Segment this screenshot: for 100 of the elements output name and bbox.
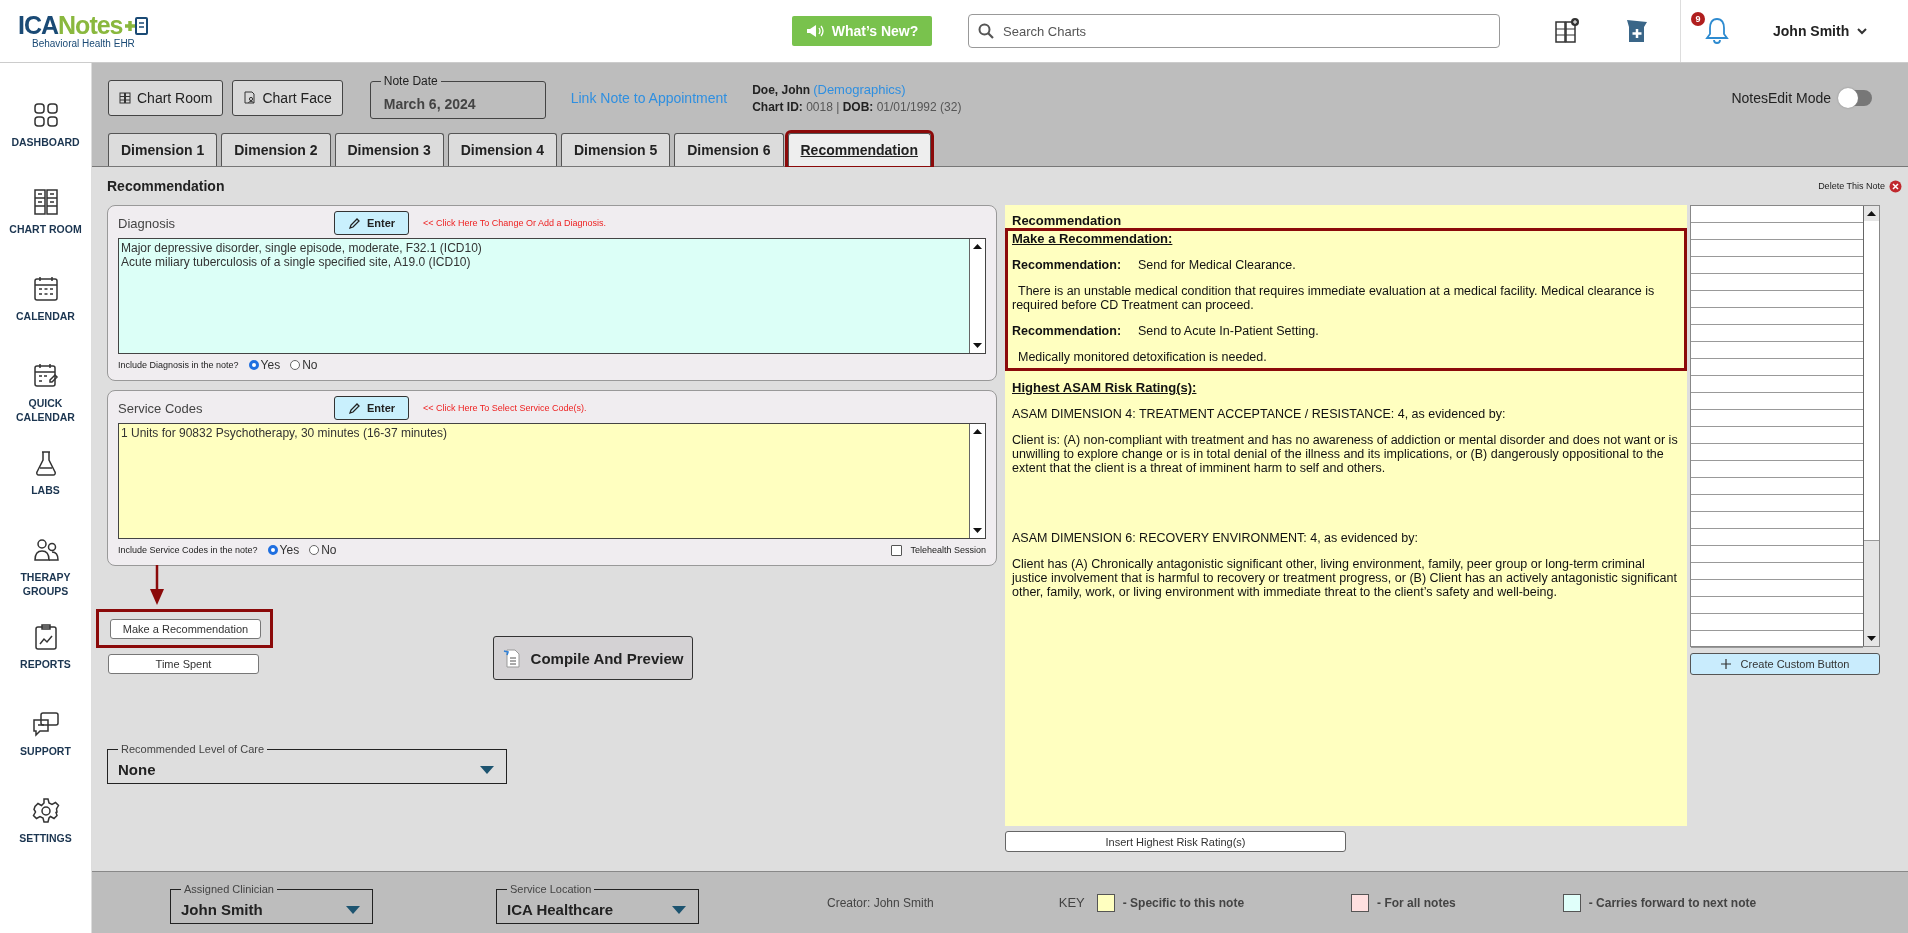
cabinet-icon: [31, 188, 60, 216]
note-text: ASAM DIMENSION 6: RECOVERY ENVIRONMENT: 4, as evidenced by:: [1012, 531, 1419, 545]
text-area[interactable]: 1 Units for 90832 Psychotherapy, 30 minutes (16-37 minutes): [118, 423, 986, 539]
toggle-switch[interactable]: [1840, 89, 1872, 106]
create-custom-button[interactable]: Create Custom Button: [1690, 653, 1880, 675]
medical-bag-icon[interactable]: [1624, 18, 1650, 44]
creator-text: Creator: John Smith: [827, 895, 934, 910]
enter-button[interactable]: Enter: [334, 211, 409, 235]
logo[interactable]: ICANotes Behavioral Health EHR: [0, 13, 188, 49]
tab[interactable]: Dimension 4: [447, 133, 557, 166]
sidebar-item[interactable]: CHART ROOM: [0, 188, 91, 275]
text-line: 1 Units for 90832 Psychotherapy, 30 minutes (16-37 minutes): [121, 426, 448, 440]
scrollbar[interactable]: [969, 239, 985, 353]
calendar-edit-icon: [31, 362, 60, 390]
radio-button[interactable]: Yes: [248, 358, 281, 372]
hint-text: << Click Here To Select Service Code(s).: [423, 403, 587, 413]
hint-text: << Click Here To Change Or Add a Diagnosis.: [423, 218, 606, 228]
sidebar-item[interactable]: SUPPORT: [0, 710, 91, 797]
recommendation-label: Recommendation:: [1012, 324, 1122, 338]
include-label: Include Diagnosis in the note?: [118, 360, 239, 370]
radio-button[interactable]: No: [309, 543, 337, 557]
user-menu[interactable]: John Smith: [1767, 22, 1874, 40]
note-heading: Make a Recommendation:: [1012, 231, 1174, 246]
note-text: ASAM DIMENSION 4: TREATMENT ACCEPTANCE / RESISTANCE: 4, as evidenced by:: [1012, 407, 1507, 421]
field-label: Service Location: [507, 882, 595, 896]
sidebar-item[interactable]: THERAPY GROUPS: [0, 536, 91, 623]
note-text: Client is: (A) non-compliant with treatment and has no awareness of addiction or mental disorder and does not want or is unwilling to explore change or is in total denial of the illness and its implications, or (B) dangerously oppositional to the extent that the client is a threat of imminent harm to self and others.: [1012, 433, 1679, 475]
text-line: Major depressive disorder, single episode, moderate, F32.1 (ICD10): [121, 241, 483, 255]
legend-label: - Specific to this note: [1122, 895, 1245, 910]
panel-title: Diagnosis: [118, 215, 177, 231]
tab[interactable]: Dimension 2: [221, 133, 331, 166]
tab[interactable]: Recommendation: [787, 133, 931, 166]
legend-label: - For all notes: [1377, 895, 1456, 910]
dashboard-icon: [31, 101, 60, 129]
plus-document-icon: [122, 14, 149, 37]
notification-badge: 9: [1691, 12, 1705, 26]
text-area[interactable]: Major depressive disorder, single episode, moderate, F32.1 (ICD10) Acute miliary tuberculosis of a single specified site, A19.0 (ICD10): [118, 238, 986, 354]
pencil-icon: [347, 401, 361, 415]
recommendation-label: Recommendation:: [1012, 258, 1122, 272]
tab[interactable]: Dimension 6: [674, 133, 784, 166]
enter-button[interactable]: Enter: [334, 396, 409, 420]
time-spent-button[interactable]: Time Spent: [108, 654, 259, 674]
recommendation-value: Send to Acute In-Patient Setting.: [1138, 324, 1319, 338]
panel-title: Service Codes: [118, 400, 204, 416]
cabinet-icon: [119, 91, 131, 104]
scrollbar[interactable]: [1863, 206, 1879, 646]
text-line: Acute miliary tuberculosis of a single specified site, A19.0 (ICD10): [121, 255, 472, 269]
plus-icon: [1720, 659, 1731, 669]
radio-button[interactable]: Yes: [267, 543, 300, 557]
section-title: Recommendation: [107, 178, 225, 194]
checkbox-label: Telehealth Session: [910, 545, 986, 555]
note-text: Client has (A) Chronically antagonistic significant other, living environment, family, peer group or long-term criminal justice involvement that is harmful to recovery or treatment progress, or (B) Client has an actively antagonistic significant other, family, work, or living environment with immediate threat to the client’s safety and well-being.: [1012, 557, 1678, 599]
sidebar-item[interactable]: SETTINGS: [0, 797, 91, 884]
patient-name: Doe, John: [752, 82, 811, 97]
compile-and-preview-button[interactable]: Compile And Preview: [493, 636, 693, 680]
tab[interactable]: Dimension 3: [334, 133, 444, 166]
logo-tagline: Behavioral Health EHR: [32, 38, 136, 49]
insert-risk-rating-button[interactable]: Insert Highest Risk Rating(s): [1005, 831, 1346, 852]
cabinet-plus-icon[interactable]: [1554, 17, 1580, 45]
id-card-icon: [243, 91, 257, 105]
people-icon: [31, 536, 60, 564]
sidebar-item[interactable]: LABS: [0, 449, 91, 536]
caret-icon: [480, 765, 494, 774]
checkbox[interactable]: [891, 544, 903, 556]
field-label: Assigned Clinician: [181, 882, 277, 896]
sidebar-item[interactable]: DASHBOARD: [0, 101, 91, 188]
delete-note-button[interactable]: Delete This Note: [1818, 179, 1902, 193]
settings-icon: [31, 797, 60, 825]
chevron-down-icon: [1857, 27, 1868, 35]
calendar-icon: [31, 275, 60, 303]
tab[interactable]: Dimension 5: [561, 133, 671, 166]
chart-room-button[interactable]: Chart Room: [108, 79, 224, 116]
chart-face-button[interactable]: Chart Face: [232, 79, 343, 116]
document-icon: [502, 648, 521, 668]
close-icon: [1889, 179, 1902, 193]
legend-label: - Carries forward to next note: [1588, 895, 1757, 910]
pencil-icon: [347, 216, 361, 230]
make-recommendation-button[interactable]: Make a Recommendation: [110, 619, 261, 639]
patient-details: Chart ID: 0018 | DOB: 01/01/1992 (32): [752, 99, 962, 114]
chat-icon: [31, 710, 60, 738]
recommendation-value: Send for Medical Clearance.: [1138, 258, 1296, 272]
logo-wordmark: ICANotes: [18, 13, 123, 38]
bell-icon[interactable]: [1703, 16, 1731, 44]
search-field[interactable]: Search Charts: [968, 14, 1500, 48]
note-text: There is an unstable medical condition that requires immediate evaluation at a medical facility. Medical clearance is required before CD Treatment can proceed.: [1012, 284, 1656, 312]
radio-button[interactable]: No: [290, 358, 318, 372]
sidebar-item[interactable]: CALENDAR: [0, 275, 91, 362]
sidebar-item[interactable]: REPORTS: [0, 623, 91, 710]
scrollbar[interactable]: [969, 424, 985, 538]
note-title: Recommendation: [1012, 213, 1123, 228]
search-icon: [978, 23, 994, 39]
field-label: Note Date: [380, 73, 441, 88]
megaphone-icon: [805, 24, 824, 38]
tab[interactable]: Dimension 1: [108, 133, 218, 166]
field-label: Recommended Level of Care: [118, 742, 268, 756]
edit-mode-label: NotesEdit Mode: [1731, 89, 1831, 106]
sidebar-item[interactable]: QUICK CALENDAR: [0, 362, 91, 449]
include-label: Include Service Codes in the note?: [118, 545, 258, 555]
caret-icon: [346, 905, 360, 914]
note-heading: Highest ASAM Risk Rating(s):: [1012, 380, 1198, 395]
